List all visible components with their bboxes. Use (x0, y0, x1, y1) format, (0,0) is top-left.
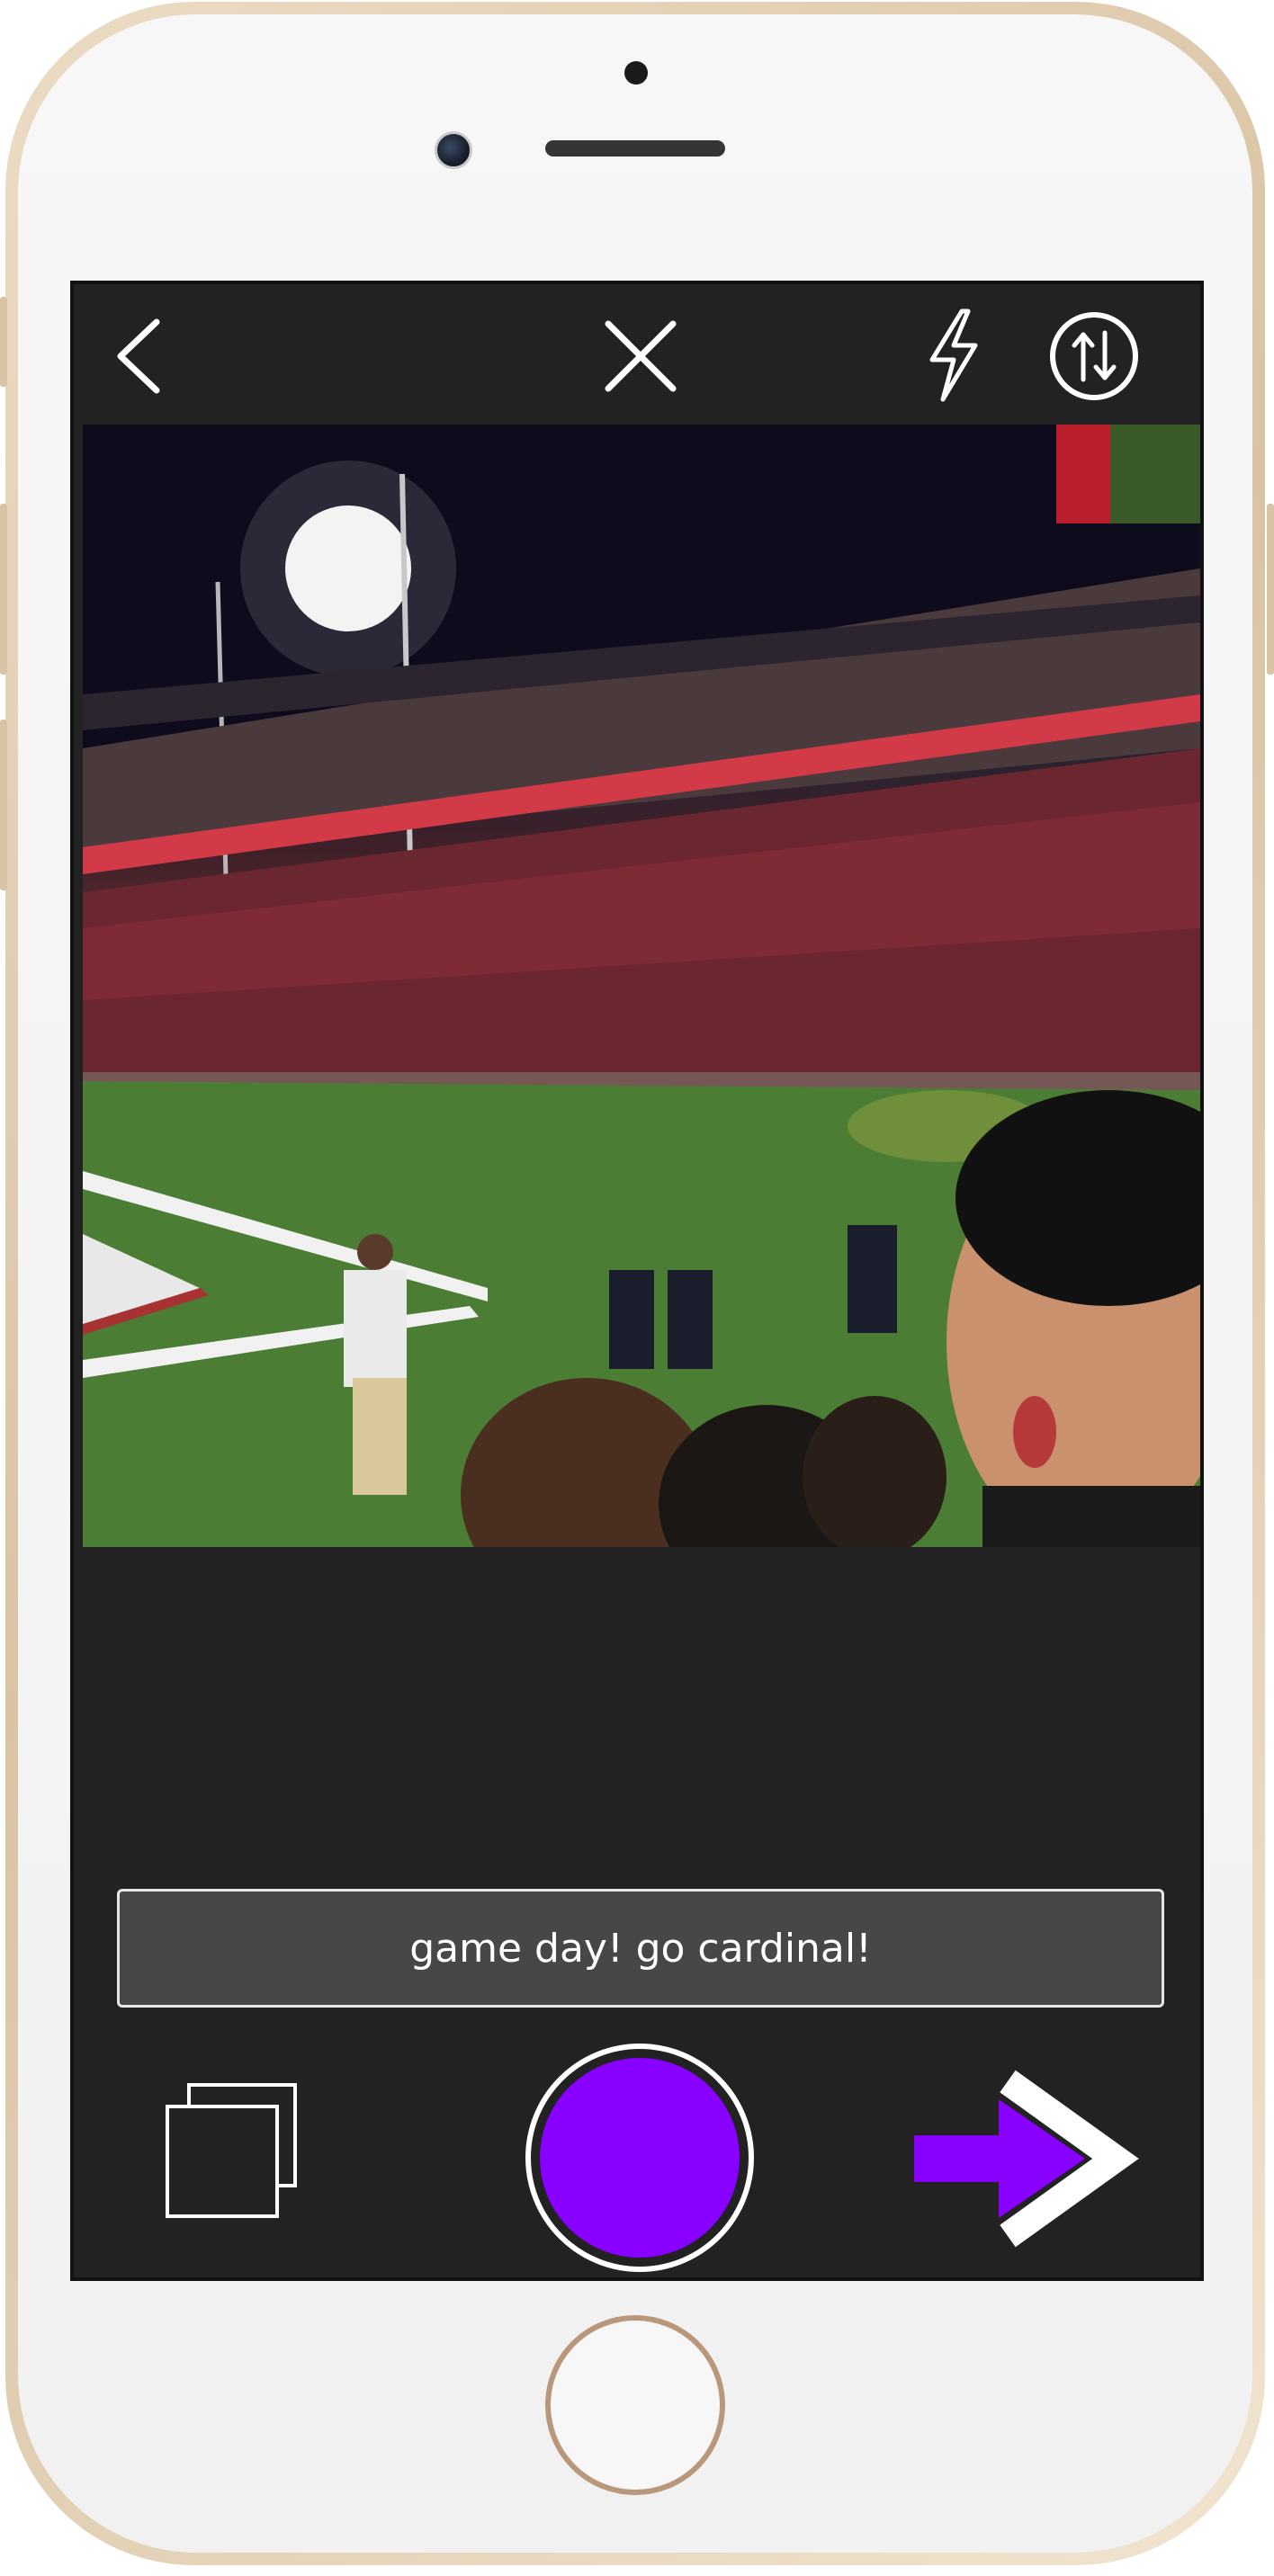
flash-button[interactable] (912, 306, 993, 405)
stadium-photo (83, 425, 1200, 1547)
top-toolbar (74, 284, 1200, 425)
home-button[interactable] (545, 2315, 725, 2495)
photo-illustration (83, 425, 1200, 1547)
record-button[interactable] (525, 2044, 754, 2272)
close-icon (605, 320, 677, 392)
app-screen: game day! go cardinal! (70, 281, 1204, 2281)
power-button (1267, 504, 1274, 675)
send-button[interactable] (909, 2069, 1143, 2249)
side-button (0, 297, 7, 387)
volume-down-button (0, 720, 7, 890)
camera-settings-button[interactable] (1045, 308, 1143, 405)
front-camera-icon (435, 131, 472, 169)
lightning-icon (929, 309, 978, 402)
gallery-button[interactable] (155, 2078, 308, 2231)
close-button[interactable] (596, 311, 686, 401)
caption-field[interactable]: game day! go cardinal! (117, 1889, 1164, 2008)
front-sensor (624, 61, 648, 85)
earpiece-speaker (545, 140, 725, 157)
chevron-left-icon (117, 318, 160, 394)
stacked-squares-icon (166, 2083, 297, 2218)
back-button[interactable] (101, 311, 191, 401)
volume-up-button (0, 504, 7, 675)
arrow-right-icon (914, 2070, 1139, 2248)
arrows-up-down-circle-icon (1050, 312, 1138, 400)
record-button-fill (540, 2058, 740, 2258)
